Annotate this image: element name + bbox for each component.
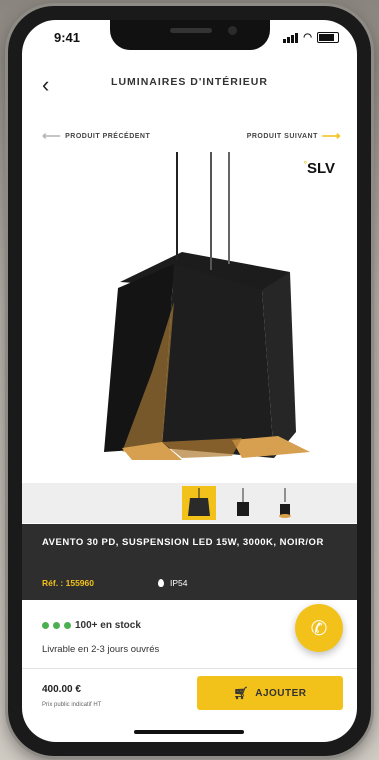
- phone-frame: 9:41 ◠ ‹ LUMINAIRES D'INTÉRIEUR ⟵ PRODUI…: [8, 6, 371, 756]
- stock-label: 100+ en stock: [75, 620, 141, 631]
- status-bar: 9:41 ◠: [22, 30, 357, 50]
- price: 400.00 €: [42, 684, 81, 695]
- ip-rating: IP54: [158, 578, 188, 588]
- thumbnail-strip: [22, 483, 357, 523]
- signal-icon: [283, 32, 299, 43]
- arrow-right-icon: ⟶: [321, 128, 341, 143]
- phone-icon: ✆: [310, 617, 328, 640]
- stock-status: 100+ en stock: [42, 620, 141, 631]
- thumbnail-1[interactable]: [182, 486, 216, 520]
- price-note: Prix public indicatif HT: [42, 702, 102, 708]
- thumbnail-2[interactable]: [226, 486, 260, 520]
- product-name: AVENTO 30 PD, SUSPENSION LED 15W, 3000K,…: [42, 537, 324, 548]
- ip-rating-label: IP54: [170, 578, 188, 588]
- prev-product-link[interactable]: ⟵ PRODUIT PRÉCÉDENT: [42, 128, 150, 144]
- call-button[interactable]: ✆: [295, 604, 343, 652]
- product-ref: Réf. : 155960: [42, 578, 94, 588]
- status-time: 9:41: [54, 30, 81, 45]
- delivery-info: Livrable en 2-3 jours ouvrés: [42, 644, 160, 655]
- app-screen: 9:41 ◠ ‹ LUMINAIRES D'INTÉRIEUR ⟵ PRODUI…: [22, 20, 357, 742]
- home-indicator: [134, 730, 244, 734]
- water-drop-icon: [158, 579, 164, 587]
- add-to-cart-label: AJOUTER: [255, 687, 307, 699]
- thumbnail-3[interactable]: [268, 486, 302, 520]
- cart-icon: 🛒︎: [233, 686, 250, 700]
- add-to-cart-button[interactable]: 🛒︎ AJOUTER: [197, 676, 343, 710]
- arrow-left-icon: ⟵: [42, 128, 62, 143]
- product-info-bar: AVENTO 30 PD, SUSPENSION LED 15W, 3000K,…: [22, 524, 357, 600]
- next-product-label: PRODUIT SUIVANT: [246, 132, 318, 140]
- page-title: LUMINAIRES D'INTÉRIEUR: [111, 76, 268, 88]
- next-product-link[interactable]: PRODUIT SUIVANT ⟶: [247, 128, 341, 144]
- divider: [22, 668, 357, 669]
- wifi-icon: ◠: [303, 32, 312, 43]
- page-header: ‹ LUMINAIRES D'INTÉRIEUR: [22, 62, 357, 102]
- prev-product-label: PRODUIT PRÉCÉDENT: [65, 132, 151, 140]
- product-image[interactable]: [82, 152, 312, 482]
- pendant-lamp-illustration: [104, 252, 310, 460]
- status-icons: ◠: [283, 32, 339, 43]
- battery-icon: [317, 32, 339, 43]
- product-nav: ⟵ PRODUIT PRÉCÉDENT PRODUIT SUIVANT ⟶: [22, 124, 357, 144]
